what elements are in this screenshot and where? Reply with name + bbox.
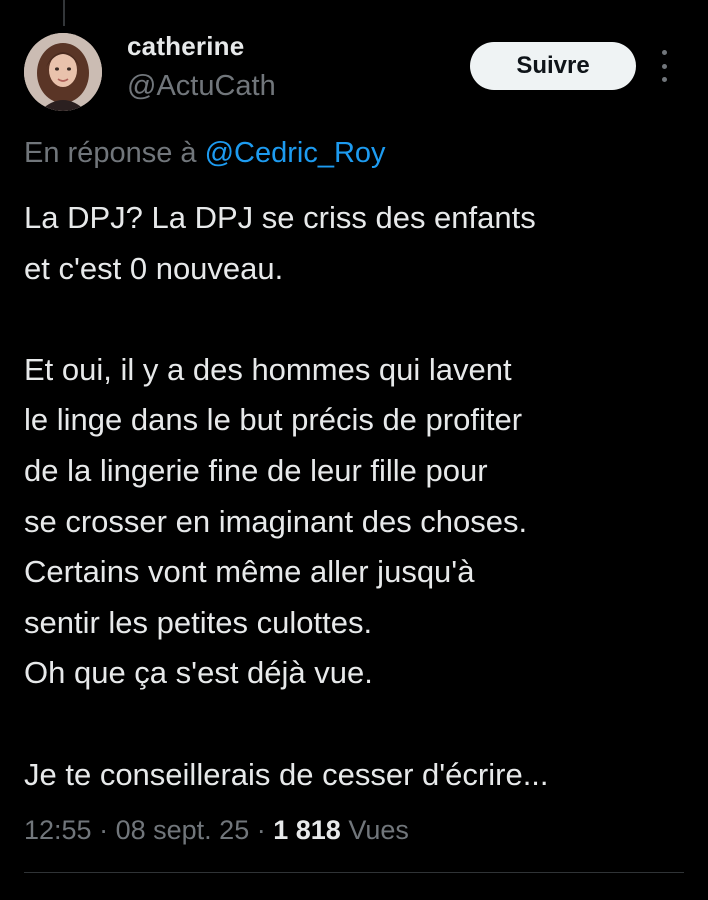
author-display-name[interactable]: catherine [127,31,244,62]
author-handle[interactable]: @ActuCath [127,70,276,103]
more-dot [661,77,667,82]
avatar[interactable] [24,33,102,111]
reply-context: En réponse à @Cedric_Roy [24,137,386,170]
tweet-text: La DPJ? La DPJ se criss des enfants et c… [24,200,549,792]
more-vertical-icon[interactable] [652,50,676,82]
meta-separator: · [256,815,266,845]
avatar-photo-icon [24,33,102,111]
meta-separator: · [99,815,109,845]
views-count: 1 818 [273,815,341,845]
more-dot [661,63,667,69]
views-label: Vues [348,815,409,845]
reply-mention-link[interactable]: @Cedric_Roy [205,137,386,169]
thread-connector-line [63,0,65,26]
more-dot [661,50,667,55]
tweet-time[interactable]: 12:55 [24,815,92,845]
reply-prefix: En réponse à [24,137,197,169]
tweet-meta: 12:55 · 08 sept. 25 · 1 818 Vues [24,815,409,846]
tweet-date[interactable]: 08 sept. 25 [116,815,250,845]
follow-button[interactable]: Suivre [470,42,636,90]
divider [24,872,684,873]
